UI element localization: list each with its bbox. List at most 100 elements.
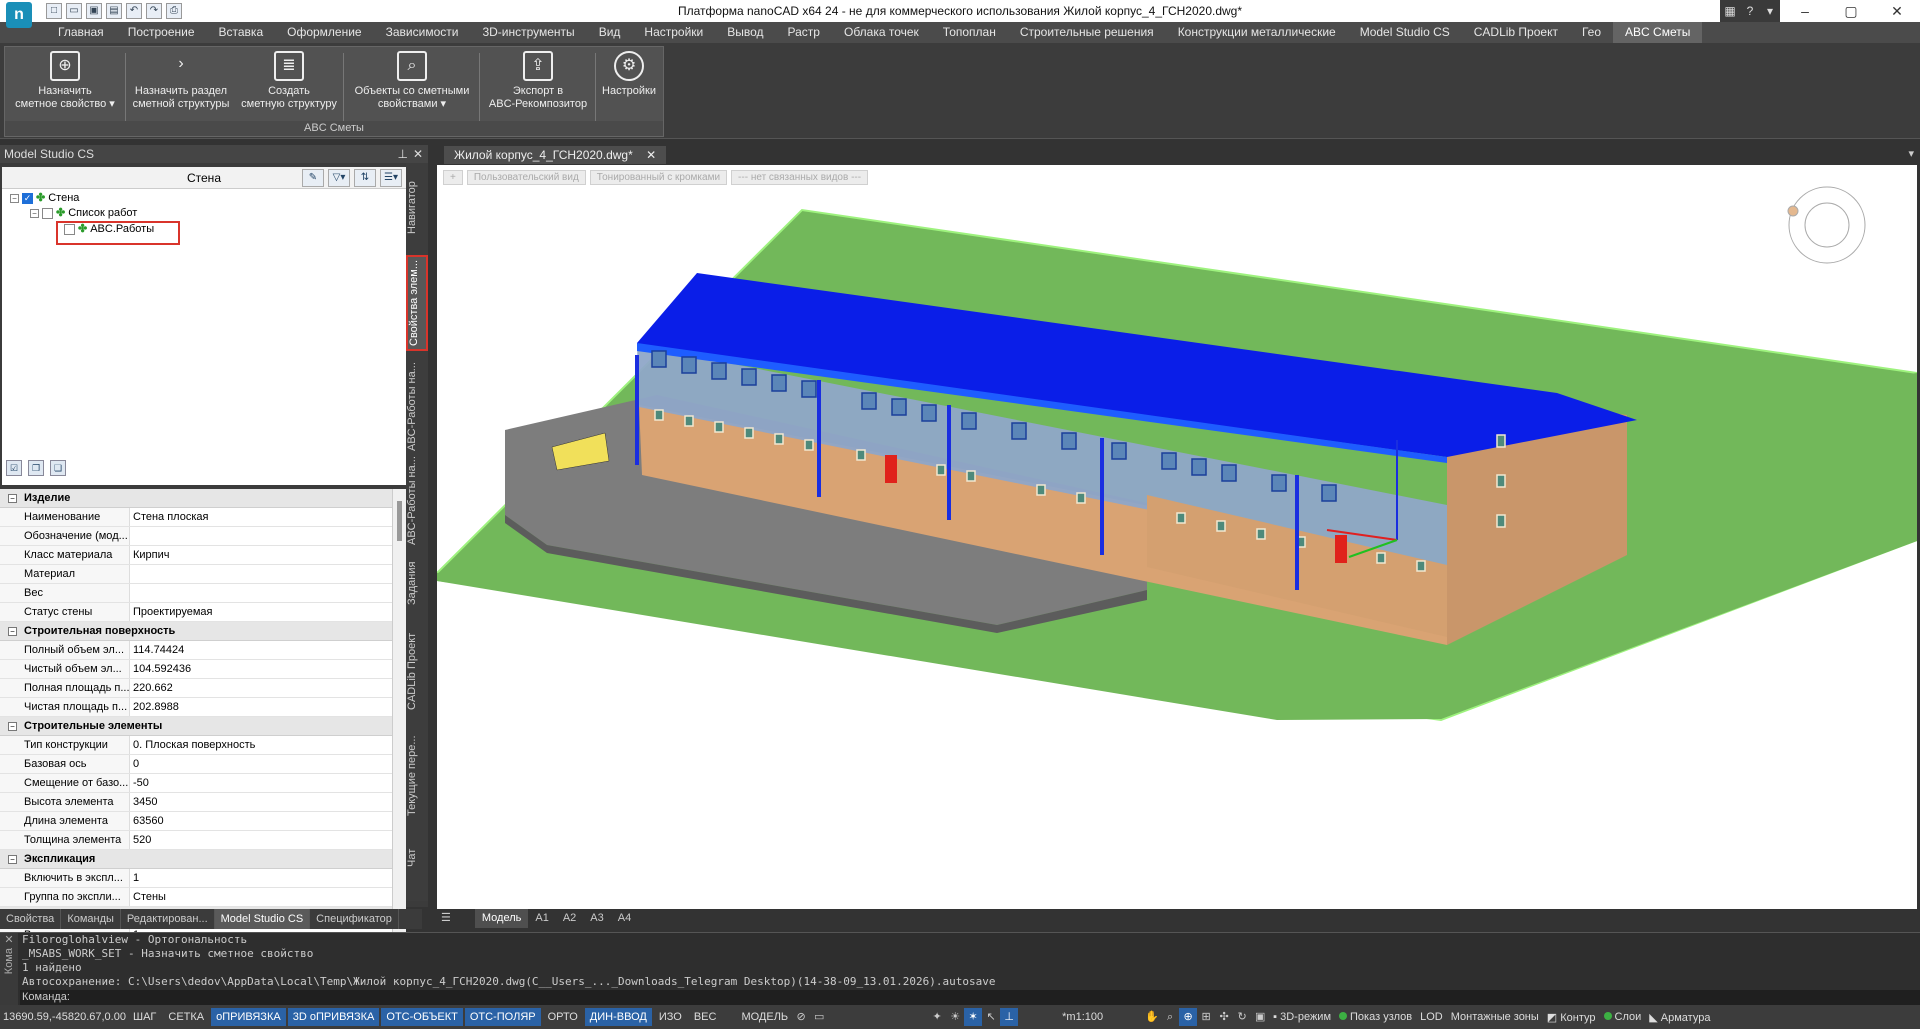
property-value[interactable]: 0 bbox=[130, 755, 139, 773]
settings-button[interactable]: ⚙ Настройки bbox=[597, 51, 661, 98]
close-icon[interactable]: ✕ bbox=[413, 145, 423, 163]
property-row[interactable]: Чистая площадь п... 202.8988 bbox=[0, 698, 406, 717]
side-tab-navigator[interactable]: Навигатор bbox=[406, 173, 428, 243]
menu-tab[interactable]: Зависимости bbox=[374, 22, 471, 43]
layout-tab[interactable]: A1 bbox=[528, 909, 555, 928]
status-toggle[interactable]: ДИН-ВВОД bbox=[584, 1008, 652, 1026]
menu-tab[interactable]: ABC Сметы bbox=[1613, 22, 1703, 43]
property-value[interactable]: 202.8988 bbox=[130, 698, 179, 716]
pan-icon[interactable]: ✋ bbox=[1143, 1008, 1161, 1026]
layout-tab[interactable]: A3 bbox=[583, 909, 610, 928]
bulb-icon[interactable]: ☀ bbox=[946, 1008, 964, 1026]
panel-bottom-tab[interactable]: Спецификатор bbox=[310, 909, 399, 929]
menu-tab[interactable]: Вывод bbox=[715, 22, 775, 43]
property-value[interactable]: 114.74424 bbox=[130, 641, 184, 659]
close-icon[interactable]: ✕ bbox=[0, 933, 18, 946]
linked-views-button[interactable]: --- нет связанных видов --- bbox=[731, 170, 869, 185]
monitor-icon[interactable]: ▭ bbox=[810, 1008, 828, 1026]
collapse-icon[interactable]: − bbox=[8, 722, 17, 731]
property-row[interactable]: Статус стены Проектируемая bbox=[0, 603, 406, 622]
side-tab-tasks[interactable]: Задания bbox=[406, 553, 428, 613]
property-row[interactable]: Базовая ось 0 bbox=[0, 755, 406, 774]
tree-node-wall[interactable]: − ✓ ✤ Стена bbox=[10, 191, 79, 206]
export-recomposer-button[interactable]: ⇪ Экспорт в ABC-Рекомпозитор bbox=[483, 51, 593, 111]
status-toggle[interactable]: ОРТО bbox=[543, 1008, 583, 1026]
collapse-icon[interactable]: − bbox=[30, 209, 39, 218]
menu-tab[interactable]: Облака точек bbox=[832, 22, 931, 43]
side-tab-element-properties[interactable]: Свойства элем... bbox=[406, 255, 428, 351]
side-tab-chat[interactable]: Чат bbox=[406, 838, 428, 878]
command-input[interactable]: Команда: bbox=[20, 990, 1920, 1005]
copy-multiple-icon[interactable]: ❏ bbox=[50, 460, 66, 476]
list-options-icon[interactable]: ☰▾ bbox=[380, 169, 402, 187]
layers-toggle[interactable]: Слои bbox=[1600, 1011, 1646, 1023]
property-row[interactable]: Группа по экспли... Стены bbox=[0, 888, 406, 907]
property-row[interactable]: Полная площадь п... 220.662 bbox=[0, 679, 406, 698]
panel-bottom-tab[interactable]: Model Studio CS bbox=[214, 909, 311, 929]
property-value[interactable]: 104.592436 bbox=[130, 660, 191, 678]
property-row[interactable]: Материал bbox=[0, 565, 406, 584]
tree-node-work-list[interactable]: − ✤ Список работ bbox=[30, 206, 137, 221]
rebar-toggle[interactable]: ◣ Арматура bbox=[1645, 1011, 1714, 1024]
sync-icon[interactable]: ⇅ bbox=[354, 169, 376, 187]
assign-estimate-property-button[interactable]: ⊕ Назначить сметное свойство ▾ bbox=[7, 51, 123, 111]
property-value[interactable]: Кирпич bbox=[130, 546, 170, 564]
pin-icon[interactable]: ⊥ bbox=[398, 145, 408, 163]
status-toggle[interactable]: ШАГ bbox=[128, 1008, 161, 1026]
layout-tab[interactable]: A4 bbox=[611, 909, 638, 928]
panel-bottom-tab[interactable]: Свойства bbox=[0, 909, 62, 929]
side-tab-cadlib[interactable]: CADLib Проект bbox=[406, 623, 428, 719]
collapse-icon[interactable]: − bbox=[10, 194, 19, 203]
property-value[interactable]: 3450 bbox=[130, 793, 157, 811]
visual-style-button[interactable]: Тонированный с кромками bbox=[589, 170, 728, 185]
minimize-button[interactable]: – bbox=[1782, 0, 1828, 22]
menu-tab[interactable]: Растр bbox=[776, 22, 832, 43]
property-row[interactable]: Обозначение (мод... bbox=[0, 527, 406, 546]
status-toggle[interactable]: ОТС-ОБЪЕКТ bbox=[381, 1008, 463, 1026]
panel-bottom-tab[interactable]: Команды bbox=[61, 909, 121, 929]
menu-tab[interactable]: Вставка bbox=[207, 22, 276, 43]
isolate-icon[interactable]: ✶ bbox=[964, 1008, 983, 1026]
mode-3d-toggle[interactable]: ▪ 3D-режим bbox=[1269, 1011, 1335, 1023]
show-nodes-toggle[interactable]: Показ узлов bbox=[1335, 1011, 1416, 1023]
property-row[interactable]: Толщина элемента 520 bbox=[0, 831, 406, 850]
property-section[interactable]: − Изделие bbox=[0, 489, 406, 508]
zoom-icon[interactable]: ⌕ bbox=[1161, 1008, 1179, 1026]
viewports-icon[interactable]: ▣ bbox=[1251, 1008, 1269, 1026]
maximize-button[interactable]: ▢ bbox=[1828, 0, 1874, 22]
side-tab-abc-works-1[interactable]: ABC-Работы на... bbox=[406, 359, 428, 455]
menu-tab[interactable]: Построение bbox=[116, 22, 207, 43]
check-all-icon[interactable]: ☑ bbox=[6, 460, 22, 476]
checkbox-checked[interactable]: ✓ bbox=[22, 193, 33, 204]
property-section[interactable]: − Экспликация bbox=[0, 850, 406, 869]
close-button[interactable]: ✕ bbox=[1874, 0, 1920, 22]
assign-section-button[interactable]: › Назначить раздел сметной структуры bbox=[127, 51, 235, 111]
status-toggle[interactable]: ИЗО bbox=[654, 1008, 687, 1026]
menu-tab[interactable]: Оформление bbox=[275, 22, 373, 43]
collapse-icon[interactable]: − bbox=[8, 627, 17, 636]
status-toggle[interactable]: СЕТКА bbox=[163, 1008, 209, 1026]
app-logo-icon[interactable]: n bbox=[6, 2, 32, 28]
status-toggle[interactable]: оПРИВЯЗКА bbox=[211, 1008, 286, 1026]
layout-tab[interactable]: Модель bbox=[474, 909, 529, 928]
menu-tab[interactable]: Конструкции металлические bbox=[1166, 22, 1348, 43]
pick-icon[interactable]: ✎ bbox=[302, 169, 324, 187]
property-row[interactable]: Тип конструкции 0. Плоская поверхность bbox=[0, 736, 406, 755]
menu-tab[interactable]: Настройки bbox=[632, 22, 715, 43]
lod-toggle[interactable]: LOD bbox=[1416, 1011, 1447, 1023]
copy-icon[interactable]: ❐ bbox=[28, 460, 44, 476]
property-value[interactable]: 0. Плоская поверхность bbox=[130, 736, 255, 754]
link-icon[interactable]: ⊘ bbox=[792, 1008, 810, 1026]
property-value[interactable] bbox=[130, 565, 133, 583]
collapse-icon[interactable]: − bbox=[8, 855, 17, 864]
side-tab-current-changes[interactable]: Текущие пере... bbox=[406, 728, 428, 824]
property-row[interactable]: Полный объем эл... 114.74424 bbox=[0, 641, 406, 660]
workspace-icon[interactable]: ▦ bbox=[1720, 0, 1740, 22]
property-value[interactable]: 520 bbox=[130, 831, 151, 849]
side-tab-abc-works-2[interactable]: ABC-Работы на... bbox=[406, 453, 428, 549]
menu-tab[interactable]: CADLib Проект bbox=[1462, 22, 1570, 43]
create-estimate-structure-button[interactable]: ≣ Создать сметную структуру bbox=[237, 51, 341, 111]
zoom-extents-icon[interactable]: ⊞ bbox=[1197, 1008, 1215, 1026]
property-value[interactable]: 1 bbox=[130, 869, 139, 887]
property-row[interactable]: Чистый объем эл... 104.592436 bbox=[0, 660, 406, 679]
